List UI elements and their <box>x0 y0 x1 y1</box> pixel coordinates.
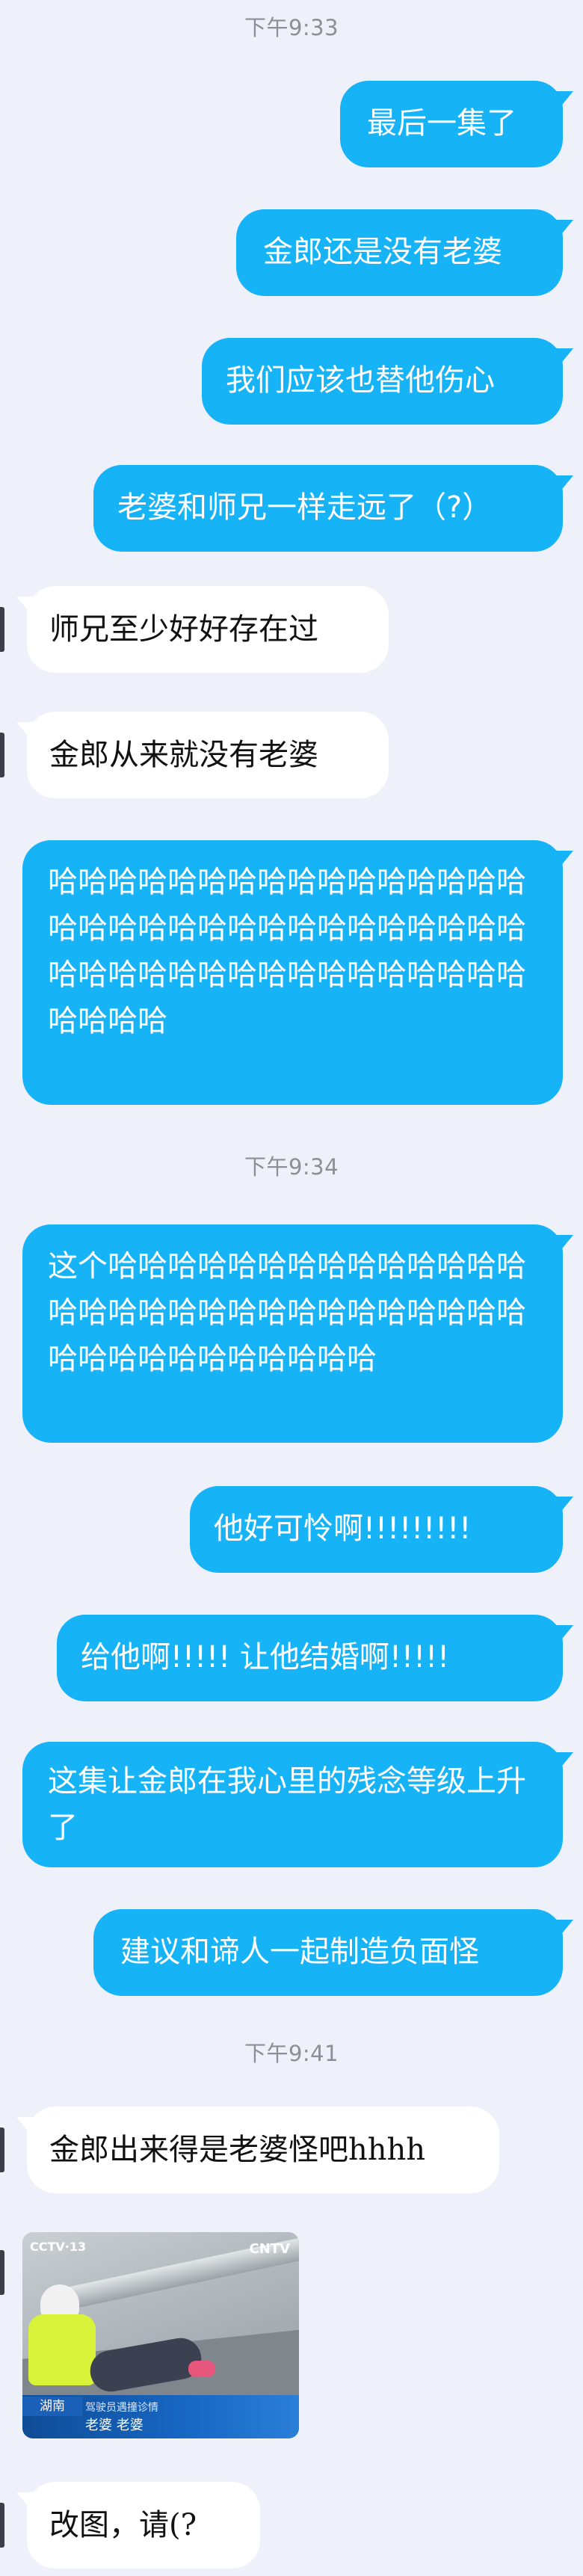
sent-message-bubble[interactable]: 我们应该也替他伤心 <box>202 338 573 425</box>
bubble-tail <box>16 2117 37 2142</box>
avatar[interactable] <box>0 2503 4 2548</box>
bubble-tail <box>552 91 573 117</box>
message-text: 这个哈哈哈哈哈哈哈哈哈哈哈哈哈哈哈哈哈哈哈哈哈哈哈哈哈哈哈哈哈哈哈哈哈哈哈哈哈哈… <box>48 1249 526 1376</box>
cntv-logo: CNTV <box>249 2241 290 2257</box>
received-message-bubble[interactable]: 金郎出来得是老婆怪吧hhhh <box>16 2107 499 2193</box>
bubble-tail <box>552 1235 573 1260</box>
message-text: 师兄至少好好存在过 <box>49 612 318 647</box>
image-message[interactable]: CCTV·13 CNTV 湖南 驾驶员遇撞诊情 老婆 老婆 <box>22 2232 299 2438</box>
message-text: 金郎出来得是老婆怪吧hhhh <box>49 2133 426 2167</box>
bubble-tail <box>552 220 573 245</box>
sent-message-bubble[interactable]: 他好可怜啊!!!!!!!!! <box>190 1486 573 1573</box>
message-text: 这集让金郎在我心里的残念等级上升了 <box>48 1764 526 1845</box>
message-text: 给他啊!!!!! 让他结婚啊!!!!! <box>81 1640 450 1674</box>
photo-shoe <box>188 2361 215 2377</box>
message-text: 金郎从来就没有老婆 <box>49 738 318 772</box>
message-text: 我们应该也替他伤心 <box>226 363 495 398</box>
received-message-bubble[interactable]: 改图，请(? <box>16 2482 260 2569</box>
bubble-tail <box>552 1497 573 1522</box>
message-text: 哈哈哈哈哈哈哈哈哈哈哈哈哈哈哈哈哈哈哈哈哈哈哈哈哈哈哈哈哈哈哈哈哈哈哈哈哈哈哈哈… <box>48 865 526 1038</box>
avatar[interactable] <box>0 2127 4 2172</box>
sent-message-bubble[interactable]: 给他啊!!!!! 让他结婚啊!!!!! <box>57 1615 573 1701</box>
bubble-tail <box>552 475 573 501</box>
timestamp: 下午9:33 <box>244 15 339 40</box>
channel-logo: CCTV·13 <box>30 2240 87 2254</box>
bubble-tail <box>552 1752 573 1778</box>
bubble-tail <box>552 348 573 374</box>
message-text: 建议和谛人一起制造负面怪 <box>120 1935 479 1969</box>
caption-text: 老婆 老婆 <box>85 2418 144 2433</box>
message-text: 金郎还是没有老婆 <box>263 235 502 269</box>
message-text: 改图，请(? <box>49 2508 197 2542</box>
received-message-bubble[interactable]: 师兄至少好好存在过 <box>16 586 389 673</box>
photo-officer <box>28 2314 96 2385</box>
received-message-bubble[interactable]: 金郎从来就没有老婆 <box>16 712 389 798</box>
sent-message-bubble[interactable]: 老婆和师兄一样走远了（?） <box>93 465 573 552</box>
bubble-tail <box>552 851 573 876</box>
timestamp: 下午9:41 <box>244 2041 339 2066</box>
sent-message-bubble[interactable]: 这个哈哈哈哈哈哈哈哈哈哈哈哈哈哈哈哈哈哈哈哈哈哈哈哈哈哈哈哈哈哈哈哈哈哈哈哈哈哈… <box>22 1224 573 1443</box>
timestamp: 下午9:34 <box>244 1154 339 1180</box>
avatar[interactable] <box>0 2250 4 2295</box>
bubble-tail <box>16 2492 37 2518</box>
sent-message-bubble[interactable]: 这集让金郎在我心里的残念等级上升了 <box>22 1742 573 1867</box>
avatar[interactable] <box>0 733 4 777</box>
avatar[interactable] <box>0 607 4 652</box>
message-text: 老婆和师兄一样走远了（?） <box>117 490 493 525</box>
message-text: 他好可怜啊!!!!!!!!! <box>214 1512 472 1546</box>
bubble-tail <box>552 1625 573 1651</box>
message-text: 最后一集了 <box>367 106 516 141</box>
sent-message-bubble[interactable]: 金郎还是没有老婆 <box>236 209 573 296</box>
sent-message-bubble[interactable]: 建议和谛人一起制造负面怪 <box>93 1909 573 1996</box>
bubble-tail <box>552 1920 573 1945</box>
bubble-tail <box>16 597 37 622</box>
sent-message-bubble[interactable]: 哈哈哈哈哈哈哈哈哈哈哈哈哈哈哈哈哈哈哈哈哈哈哈哈哈哈哈哈哈哈哈哈哈哈哈哈哈哈哈哈… <box>22 840 573 1105</box>
caption-subline: 驾驶员遇撞诊情 <box>85 2402 158 2414</box>
caption-tag: 湖南 <box>22 2397 82 2416</box>
bubble-tail <box>16 722 37 748</box>
sent-message-bubble[interactable]: 最后一集了 <box>340 81 573 167</box>
